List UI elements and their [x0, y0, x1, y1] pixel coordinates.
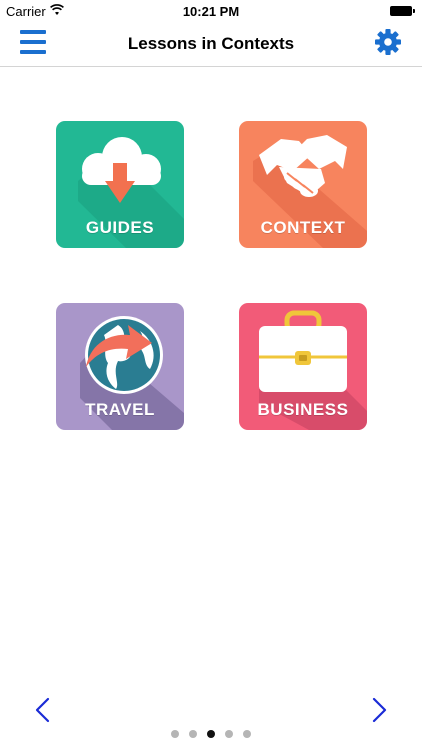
page-dot[interactable]: [171, 730, 179, 738]
page-title: Lessons in Contexts: [127, 34, 295, 53]
page-dot[interactable]: [189, 730, 197, 738]
next-page-button[interactable]: [368, 696, 390, 724]
status-bar: Carrier 10:21 PM: [0, 0, 422, 22]
chevron-left-icon: [35, 697, 50, 723]
battery-icon: [390, 6, 415, 16]
tile-label: CONTEXT: [260, 218, 346, 237]
tile-travel[interactable]: TRAVEL: [56, 303, 184, 430]
gear-icon: [375, 29, 401, 55]
tile-context[interactable]: CONTEXT: [239, 121, 367, 248]
tile-label: GUIDES: [85, 218, 155, 237]
status-time: 10:21 PM: [182, 4, 240, 19]
chevron-right-icon: [372, 697, 387, 723]
page-dot[interactable]: [243, 730, 251, 738]
settings-button[interactable]: [374, 28, 402, 56]
tile-guides[interactable]: GUIDES: [56, 121, 184, 248]
page-dot[interactable]: [225, 730, 233, 738]
previous-page-button[interactable]: [32, 696, 54, 724]
navigation-bar: Lessons in Contexts: [0, 22, 422, 67]
tile-business[interactable]: BUSINESS: [239, 303, 367, 430]
tile-label: TRAVEL: [85, 400, 155, 419]
tile-label: BUSINESS: [257, 400, 349, 419]
page-indicator[interactable]: [0, 730, 422, 738]
page-dot[interactable]: [207, 730, 215, 738]
